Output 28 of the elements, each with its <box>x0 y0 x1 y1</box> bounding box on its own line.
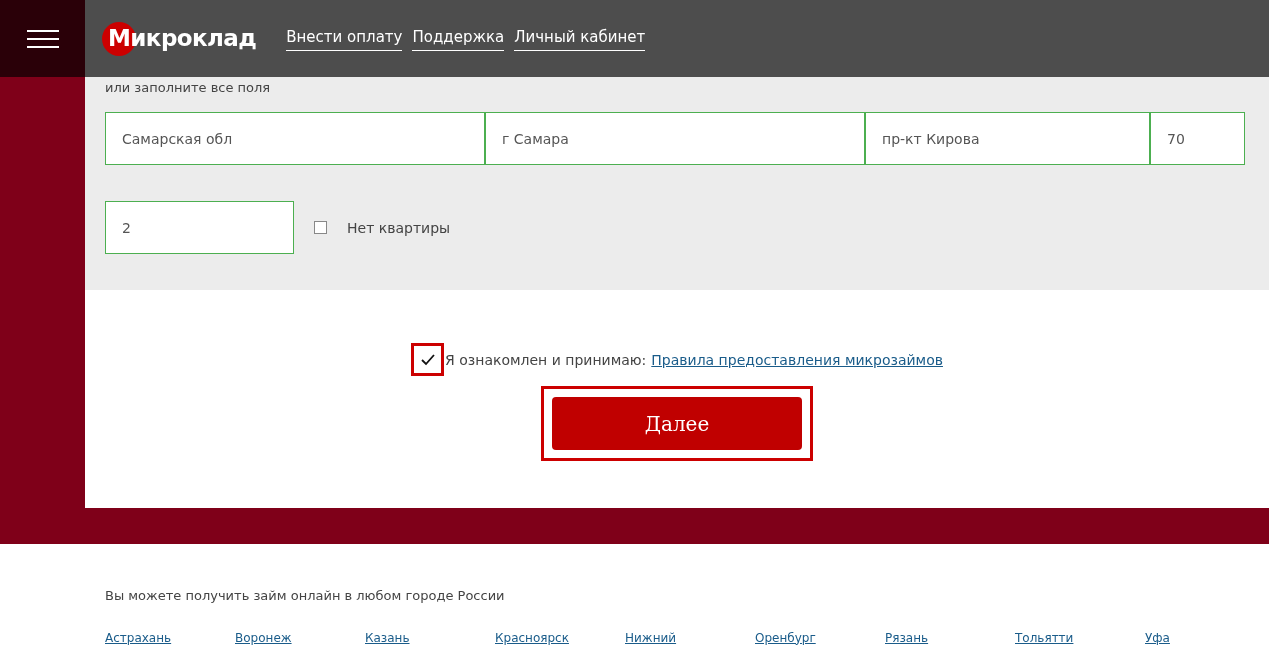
no-flat-label: Нет квартиры <box>347 218 451 238</box>
footer-text: Вы можете получить займ онлайн в любом городе России <box>105 587 506 605</box>
city-link[interactable]: Уфа <box>1145 630 1170 645</box>
address-part-field[interactable]: Самарская обл <box>105 112 485 165</box>
city-link[interactable]: Воронеж <box>235 630 292 645</box>
no-flat-checkbox[interactable] <box>314 221 327 234</box>
checkmark-icon <box>420 353 435 366</box>
city-link[interactable]: Казань <box>365 630 410 645</box>
city-link[interactable]: Астрахань <box>105 630 172 645</box>
form-hint: или заполните все поля <box>105 80 272 96</box>
city-link[interactable]: Оренбург <box>755 630 816 645</box>
rules-link[interactable]: Правила предоставления микрозаймов <box>651 349 943 370</box>
city-link[interactable]: Красноярск <box>495 630 569 645</box>
nav-link[interactable]: Личный кабинет <box>514 26 646 51</box>
nav-link[interactable]: Внести оплату <box>286 26 403 51</box>
flat-number-field[interactable]: 2 <box>105 201 294 254</box>
agreement-checkbox[interactable] <box>411 343 445 376</box>
address-part-field[interactable]: г Самара <box>485 112 865 165</box>
submit-button[interactable]: Далее <box>552 397 802 450</box>
menu-icon <box>26 29 59 48</box>
address-part-field[interactable]: 70 <box>1150 112 1245 165</box>
agreement-label: Я ознакомлен и принимаю: <box>445 350 647 370</box>
city-link[interactable]: Тольятти <box>1015 630 1074 645</box>
nav-link[interactable]: Поддержка <box>412 26 505 51</box>
menu-button[interactable] <box>0 0 85 77</box>
city-link[interactable]: Нижний <box>625 630 677 645</box>
address-part-field[interactable]: пр-кт Кирова <box>865 112 1150 165</box>
city-link[interactable]: Рязань <box>885 630 929 645</box>
